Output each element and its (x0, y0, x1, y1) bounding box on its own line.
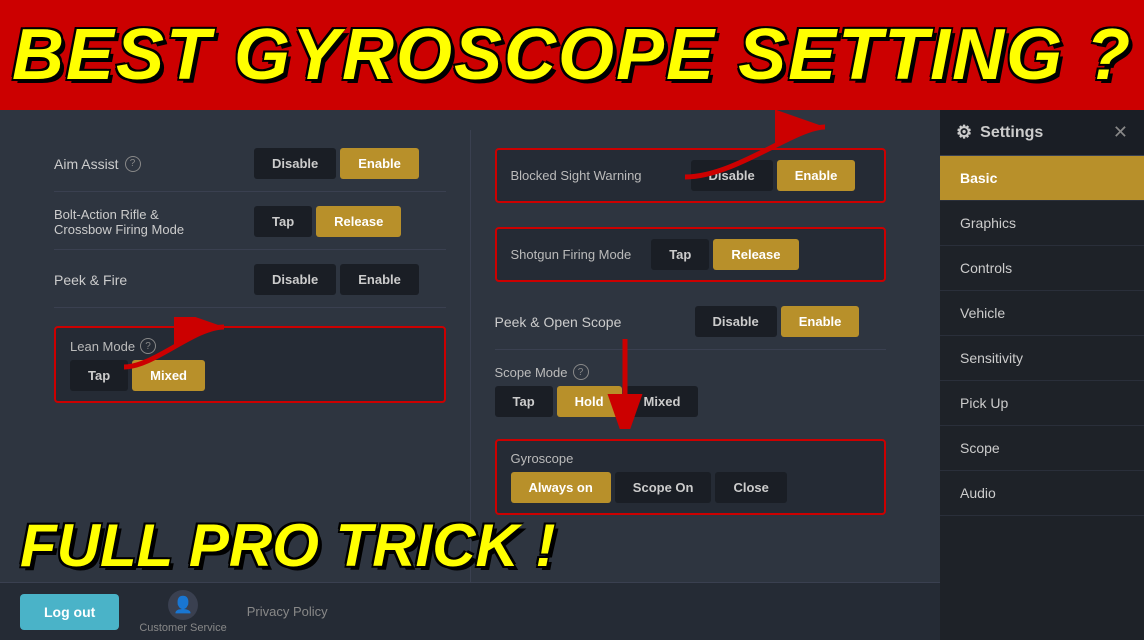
peek-scope-buttons: Disable Enable (695, 306, 860, 337)
bottom-text: FULL PRO TRICK ! (20, 511, 556, 580)
bolt-action-label: Bolt-Action Rifle &Crossbow Firing Mode (54, 207, 234, 237)
customer-service-icon: 👤 (168, 590, 198, 620)
shotgun-label: Shotgun Firing Mode (511, 247, 632, 262)
sidebar-item-audio[interactable]: Audio (940, 471, 1144, 516)
gyroscope-close-btn[interactable]: Close (715, 472, 786, 503)
gyroscope-label: Gyroscope (511, 451, 871, 466)
scope-mode-label: Scope Mode ? (495, 364, 887, 380)
sidebar-item-graphics[interactable]: Graphics (940, 201, 1144, 246)
shotgun-buttons: Tap Release (651, 239, 798, 270)
customer-service-button[interactable]: 👤 Customer Service (139, 590, 226, 634)
aim-assist-buttons: Disable Enable (254, 148, 419, 179)
right-sidebar: ⚙ Settings ✕ Basic Graphics Controls Veh… (940, 110, 1144, 640)
gyroscope-alwayson-btn[interactable]: Always on (511, 472, 611, 503)
customer-service-label: Customer Service (139, 622, 226, 634)
gyroscope-buttons: Always on Scope On Close (511, 472, 871, 503)
peek-scope-label: Peek & Open Scope (495, 314, 675, 330)
peek-fire-buttons: Disable Enable (254, 264, 419, 295)
scope-mode-buttons: Tap Hold Mixed (495, 386, 887, 417)
peek-fire-label: Peek & Fire (54, 272, 234, 288)
peek-scope-row: Peek & Open Scope Disable Enable (495, 296, 887, 350)
bolt-action-release-btn[interactable]: Release (316, 206, 401, 237)
peek-scope-disable-btn[interactable]: Disable (695, 306, 777, 337)
gyroscope-box: Gyroscope Always on Scope On Close (495, 439, 887, 515)
sidebar-item-scope[interactable]: Scope (940, 426, 1144, 471)
lean-mode-box: Lean Mode ? Tap Mixed (54, 326, 446, 403)
gyroscope-scopeon-btn[interactable]: Scope On (615, 472, 712, 503)
sidebar-item-controls[interactable]: Controls (940, 246, 1144, 291)
scope-mode-tap-btn[interactable]: Tap (495, 386, 553, 417)
bolt-action-tap-btn[interactable]: Tap (254, 206, 312, 237)
gear-icon: ⚙ (956, 122, 972, 143)
aim-assist-enable-btn[interactable]: Enable (340, 148, 419, 179)
top-banner: BEST GYROSCOPE SETTING ? (0, 0, 1144, 110)
peek-fire-disable-btn[interactable]: Disable (254, 264, 336, 295)
shotgun-tap-btn[interactable]: Tap (651, 239, 709, 270)
bolt-action-row: Bolt-Action Rifle &Crossbow Firing Mode … (54, 206, 446, 250)
aim-assist-disable-btn[interactable]: Disable (254, 148, 336, 179)
bolt-action-buttons: Tap Release (254, 206, 401, 237)
aim-assist-label: Aim Assist ? (54, 156, 234, 172)
sidebar-items: Basic Graphics Controls Vehicle Sensitiv… (940, 156, 1144, 516)
bottom-overlay: FULL PRO TRICK ! (20, 511, 556, 580)
shotgun-release-btn[interactable]: Release (713, 239, 798, 270)
sidebar-header: ⚙ Settings ✕ (940, 110, 1144, 156)
privacy-policy-link[interactable]: Privacy Policy (247, 604, 328, 619)
logout-button[interactable]: Log out (20, 594, 119, 630)
peek-fire-enable-btn[interactable]: Enable (340, 264, 419, 295)
peek-scope-enable-btn[interactable]: Enable (781, 306, 860, 337)
bottom-bar: Log out 👤 Customer Service Privacy Polic… (0, 582, 940, 640)
aim-assist-help-icon: ? (125, 156, 141, 172)
blocked-sight-label: Blocked Sight Warning (511, 168, 671, 183)
shotgun-box: Shotgun Firing Mode Tap Release (495, 227, 887, 282)
sidebar-close-button[interactable]: ✕ (1113, 122, 1128, 143)
sidebar-title: ⚙ Settings (956, 122, 1043, 143)
sidebar-item-vehicle[interactable]: Vehicle (940, 291, 1144, 336)
scope-mode-row: Scope Mode ? Tap Hold Mixed (495, 364, 887, 423)
banner-title: BEST GYROSCOPE SETTING ? (12, 14, 1132, 96)
sidebar-item-sensitivity[interactable]: Sensitivity (940, 336, 1144, 381)
peek-fire-row: Peek & Fire Disable Enable (54, 264, 446, 308)
aim-assist-row: Aim Assist ? Disable Enable (54, 148, 446, 192)
sidebar-item-pickup[interactable]: Pick Up (940, 381, 1144, 426)
sidebar-item-basic[interactable]: Basic (940, 156, 1144, 201)
